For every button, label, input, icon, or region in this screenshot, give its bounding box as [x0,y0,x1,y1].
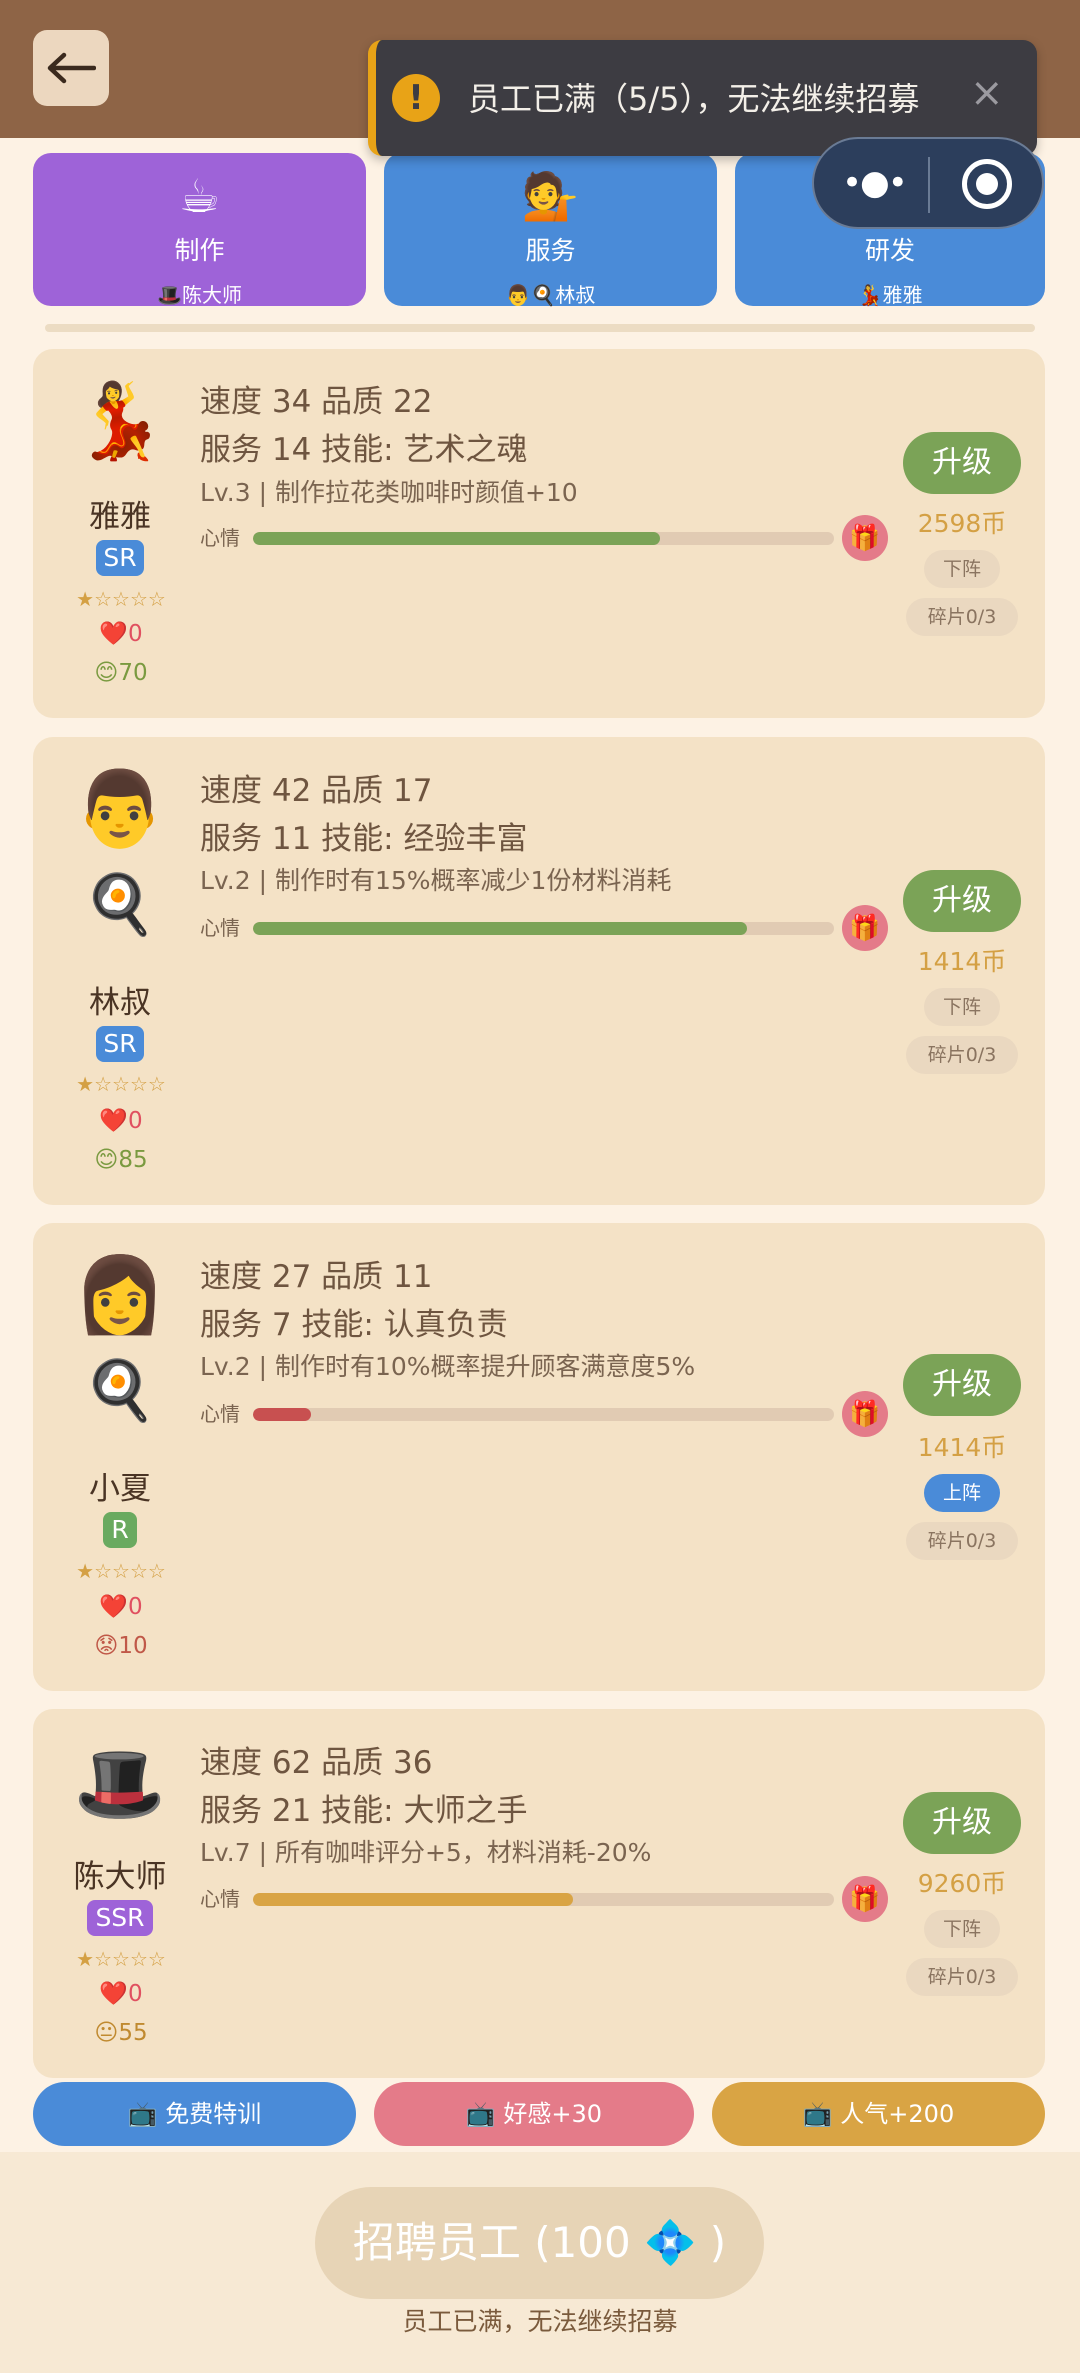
tab-assigned-staff: 👨🍳林叔 [505,283,596,307]
affection-count: ❤️0 [99,621,143,647]
dismiss-button[interactable]: 下阵 [924,988,1000,1026]
back-button[interactable] [33,30,109,106]
star-rating: ★☆☆☆☆ [76,1072,166,1096]
upgrade-cost: 1414币 [917,1433,1007,1462]
man-avatar-icon: 👨 [73,766,167,852]
upgrade-button[interactable]: 升级 [903,1354,1021,1416]
more-menu-button[interactable]: •●• [842,163,908,203]
recruit-hint: 员工已满，无法继续招募 [402,2307,678,2336]
star-rating: ★☆☆☆☆ [76,1559,166,1583]
frying-pan-icon: 🍳 [83,870,157,938]
rarity-badge: R [103,1512,137,1548]
mood-bar [253,922,834,935]
upgrade-cost: 2598币 [917,509,1007,538]
warning-icon: ! [392,74,440,122]
mood-label: 心情 [200,916,240,940]
upgrade-button[interactable]: 升级 [903,1792,1021,1854]
mood-label: 心情 [200,1887,240,1911]
fragments-badge: 碎片0/3 [906,1036,1018,1074]
dismiss-button[interactable]: 下阵 [924,1910,1000,1948]
staff-card-yaya: 💃 雅雅 SR ★☆☆☆☆ ❤️0 😊70 速度 34 品质 22 服务 14 … [33,349,1045,718]
stats-speed-quality: 速度 42 品质 17 [200,773,433,809]
stats-speed-quality: 速度 27 品质 11 [200,1259,433,1295]
staff-name: 林叔 [89,985,151,1021]
dancer-avatar-icon: 💃 [73,378,167,464]
recruit-button[interactable]: 招聘员工 (100 💠 ) [315,2187,764,2299]
mini-program-capsule: •●• [812,137,1044,229]
skill-description: Lv.2 | 制作时有15%概率减少1份材料消耗 [200,866,672,895]
skill-description: Lv.2 | 制作时有10%概率提升顾客满意度5% [200,1352,696,1381]
deploy-button[interactable]: 上阵 [924,1474,1000,1512]
rarity-badge: SR [96,1026,144,1062]
upgrade-button[interactable]: 升级 [903,870,1021,932]
back-arrow-icon [47,52,96,84]
tab-label: 制作 [174,236,225,265]
stats-service-skill: 服务 14 技能: 艺术之魂 [200,432,528,468]
top-hat-avatar-icon: 🎩 [73,1741,167,1827]
tab-service[interactable]: 💁 服务 👨🍳林叔 [384,153,717,307]
mood-bar-fill [253,1408,312,1421]
stats-service-skill: 服务 11 技能: 经验丰富 [200,821,528,857]
section-divider [45,324,1035,332]
upgrade-button[interactable]: 升级 [903,432,1021,494]
staff-card-linshu: 👨 🍳 林叔 SR ★☆☆☆☆ ❤️0 😊85 速度 42 品质 17 服务 1… [33,737,1045,1205]
mood-value: 😊70 [94,660,148,686]
mood-bar [253,1408,834,1421]
close-icon[interactable]: × [970,70,1004,116]
fragments-badge: 碎片0/3 [906,598,1018,636]
affection-boost-button[interactable]: 📺 好感+30 [374,2082,694,2146]
mood-bar [253,532,834,545]
toast-message: 员工已满（5/5），无法继续招募 [468,80,920,118]
waiter-icon: 💁 [521,169,580,223]
fragments-badge: 碎片0/3 [906,1522,1018,1560]
affection-count: ❤️0 [99,1594,143,1620]
fragments-badge: 碎片0/3 [906,1958,1018,1996]
staff-card-chendashi: 🎩 陈大师 SSR ★☆☆☆☆ ❤️0 😐55 速度 62 品质 36 服务 2… [33,1709,1045,2078]
woman-avatar-icon: 👩 [73,1252,167,1338]
skill-description: Lv.3 | 制作拉花类咖啡时颜值+10 [200,478,578,507]
staff-name: 小夏 [89,1471,151,1507]
affection-count: ❤️0 [99,1981,143,2007]
tab-assigned-staff: 🎩陈大师 [157,283,242,307]
skill-description: Lv.7 | 所有咖啡评分+5，材料消耗-20% [200,1838,652,1867]
mood-bar-fill [253,1893,573,1906]
mood-bar [253,1893,834,1906]
rarity-badge: SR [96,540,144,576]
frying-pan-icon: 🍳 [83,1356,157,1424]
tab-label: 服务 [525,236,576,265]
tab-production[interactable]: ☕ 制作 🎩陈大师 [33,153,366,307]
popularity-boost-button[interactable]: 📺 人气+200 [712,2082,1045,2146]
mood-label: 心情 [200,1402,240,1426]
dismiss-button[interactable]: 下阵 [924,550,1000,588]
tab-label: 研发 [864,236,915,265]
upgrade-cost: 1414币 [917,947,1007,976]
mood-value: 😊85 [94,1147,148,1173]
stats-service-skill: 服务 21 技能: 大师之手 [200,1793,528,1829]
star-rating: ★☆☆☆☆ [76,587,166,611]
mood-label: 心情 [200,526,240,550]
staff-name: 陈大师 [73,1859,167,1895]
coffee-icon: ☕ [178,169,221,223]
staff-card-xiaoxia: 👩 🍳 小夏 R ★☆☆☆☆ ❤️0 😟10 速度 27 品质 11 服务 7 … [33,1223,1045,1691]
stats-speed-quality: 速度 34 品质 22 [200,384,433,420]
mood-bar-fill [253,922,747,935]
star-rating: ★☆☆☆☆ [76,1947,166,1971]
mood-value: 😟10 [94,1633,148,1659]
capsule-divider [928,157,930,213]
stats-speed-quality: 速度 62 品质 36 [200,1745,433,1781]
rarity-badge: SSR [87,1900,153,1936]
stats-service-skill: 服务 7 技能: 认真负责 [200,1307,508,1343]
free-training-button[interactable]: 📺 免费特训 [33,2082,356,2146]
staff-name: 雅雅 [89,499,151,535]
tab-assigned-staff: 💃雅雅 [857,283,923,307]
affection-count: ❤️0 [99,1108,143,1134]
upgrade-cost: 9260币 [917,1869,1007,1898]
target-icon[interactable] [962,159,1012,209]
mood-bar-fill [253,532,660,545]
mood-value: 😐55 [94,2020,148,2046]
